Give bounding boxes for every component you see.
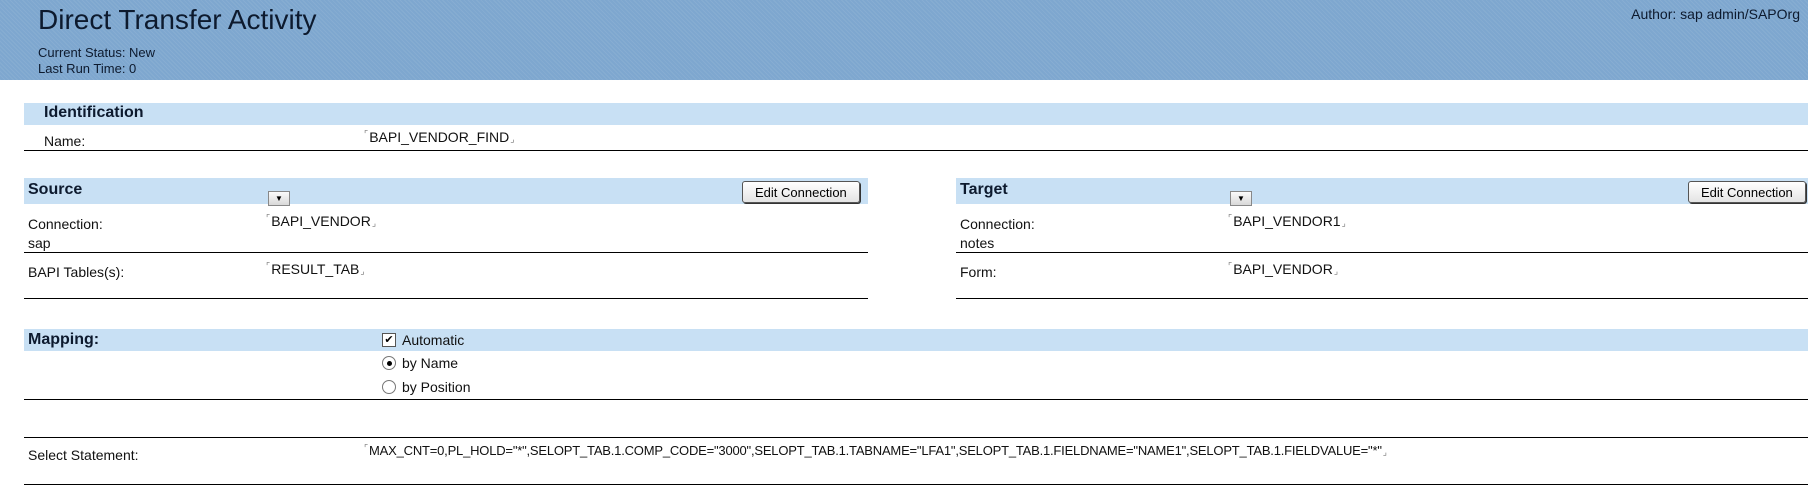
divider bbox=[24, 252, 868, 253]
field-close-mark: ⌟ bbox=[1341, 218, 1346, 228]
field-open-mark: ⌜ bbox=[266, 261, 271, 271]
last-run-time: Last Run Time: 0 bbox=[38, 61, 137, 76]
source-connection-type: sap bbox=[28, 235, 51, 251]
field-open-mark: ⌜ bbox=[266, 213, 271, 223]
select-statement-value: MAX_CNT=0,PL_HOLD="*",SELOPT_TAB.1.COMP_… bbox=[369, 443, 1382, 458]
radio-button[interactable] bbox=[382, 356, 396, 370]
select-statement-field[interactable]: ⌜MAX_CNT=0,PL_HOLD="*",SELOPT_TAB.1.COMP… bbox=[364, 443, 1387, 458]
chevron-down-icon: ▼ bbox=[275, 194, 283, 203]
target-form-field[interactable]: ⌜BAPI_VENDOR⌟ bbox=[1228, 261, 1338, 277]
mapping-band bbox=[24, 329, 1808, 351]
target-connection-label: Connection: bbox=[960, 216, 1035, 232]
target-band bbox=[956, 178, 1808, 204]
field-open-mark: ⌜ bbox=[364, 443, 369, 453]
target-form-value: BAPI_VENDOR bbox=[1233, 261, 1333, 277]
identification-heading: Identification bbox=[44, 104, 144, 121]
target-edit-connection-button[interactable]: Edit Connection bbox=[1688, 181, 1806, 203]
source-heading: Source bbox=[28, 181, 83, 198]
status-block: Current Status: New Last Run Time: 0 bbox=[38, 45, 155, 77]
field-close-mark: ⌟ bbox=[371, 218, 377, 228]
source-edit-connection-button[interactable]: Edit Connection bbox=[742, 181, 860, 203]
radio-button[interactable] bbox=[382, 380, 396, 394]
automatic-checkbox[interactable]: ✔ Automatic bbox=[382, 332, 464, 348]
select-statement-label: Select Statement: bbox=[28, 447, 139, 463]
current-status: Current Status: New bbox=[38, 45, 156, 60]
target-form-label: Form: bbox=[960, 264, 997, 280]
radio-selected-dot bbox=[386, 360, 392, 366]
field-close-mark: ⌟ bbox=[1382, 447, 1387, 457]
divider bbox=[24, 399, 1808, 400]
radio-by-name[interactable]: by Name bbox=[382, 355, 458, 371]
source-connection-value: BAPI_VENDOR bbox=[271, 213, 371, 229]
divider bbox=[24, 484, 1808, 485]
checkmark-icon: ✔ bbox=[384, 334, 394, 346]
divider bbox=[24, 150, 1808, 151]
source-tables-value: RESULT_TAB bbox=[271, 261, 360, 277]
name-label: Name: bbox=[44, 133, 86, 149]
divider bbox=[956, 298, 1808, 299]
field-close-mark: ⌟ bbox=[510, 134, 515, 144]
divider bbox=[24, 437, 1808, 438]
source-tables-field[interactable]: ⌜RESULT_TAB⌟ bbox=[266, 261, 365, 277]
field-close-mark: ⌟ bbox=[360, 266, 365, 276]
radio-by-position[interactable]: by Position bbox=[382, 379, 470, 395]
target-dropdown[interactable]: ▼ bbox=[1230, 191, 1252, 206]
identification-band bbox=[24, 103, 1808, 125]
by-position-label: by Position bbox=[402, 379, 471, 395]
mapping-heading: Mapping: bbox=[28, 331, 100, 348]
source-connection-label: Connection: bbox=[28, 216, 103, 232]
target-connection-field[interactable]: ⌜BAPI_VENDOR1⌟ bbox=[1228, 213, 1346, 229]
divider bbox=[24, 298, 868, 299]
target-connection-type: notes bbox=[960, 235, 995, 251]
field-open-mark: ⌜ bbox=[1228, 213, 1233, 223]
field-open-mark: ⌜ bbox=[364, 129, 369, 139]
source-dropdown[interactable]: ▼ bbox=[268, 191, 290, 206]
author-label: Author: sap admin/SAPOrg bbox=[1631, 6, 1800, 22]
source-tables-label: BAPI Tables(s): bbox=[28, 264, 125, 280]
target-connection-value: BAPI_VENDOR1 bbox=[1233, 213, 1341, 229]
source-connection-field[interactable]: ⌜BAPI_VENDOR⌟ bbox=[266, 213, 376, 229]
checkbox-box[interactable]: ✔ bbox=[382, 333, 396, 347]
by-name-label: by Name bbox=[402, 355, 459, 371]
name-field[interactable]: ⌜BAPI_VENDOR_FIND⌟ bbox=[364, 129, 514, 145]
target-heading: Target bbox=[960, 181, 1008, 198]
name-value: BAPI_VENDOR_FIND bbox=[369, 129, 510, 145]
field-open-mark: ⌜ bbox=[1228, 261, 1233, 271]
field-close-mark: ⌟ bbox=[1333, 266, 1339, 276]
divider bbox=[956, 252, 1808, 253]
automatic-label: Automatic bbox=[402, 332, 465, 348]
page-title: Direct Transfer Activity bbox=[38, 4, 317, 35]
chevron-down-icon: ▼ bbox=[1237, 194, 1245, 203]
